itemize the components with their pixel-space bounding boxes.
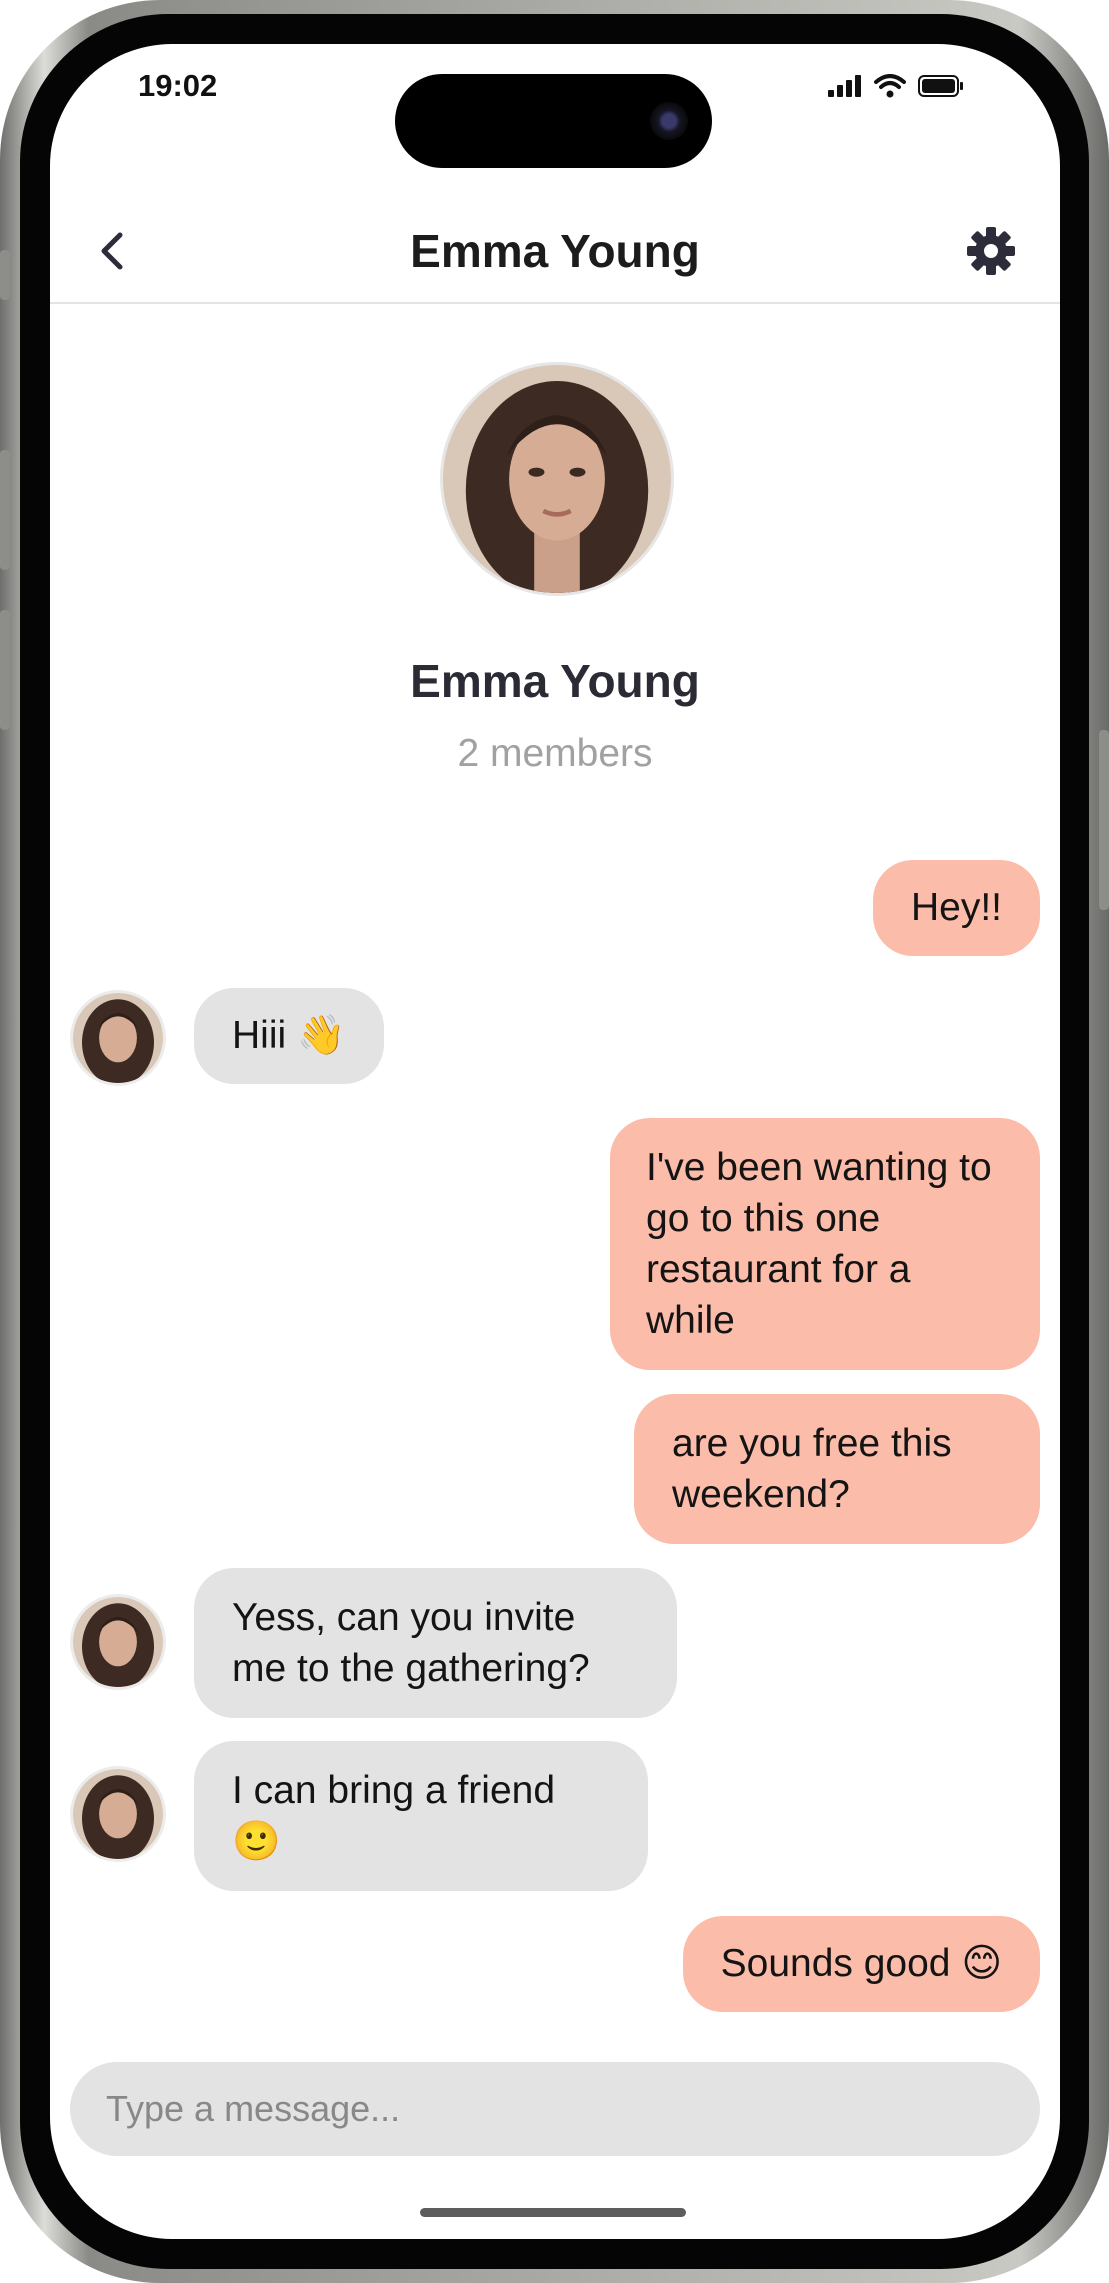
- profile-name: Emma Young: [410, 655, 700, 707]
- message-bubble-outgoing[interactable]: are you free this weekend?: [634, 1394, 1040, 1544]
- wifi-icon: [874, 74, 906, 98]
- sender-avatar[interactable]: [70, 1766, 166, 1862]
- side-button-power: [1099, 730, 1109, 910]
- message-bubble-incoming[interactable]: I can bring a friend 🙂: [194, 1741, 648, 1891]
- message-bubble-outgoing[interactable]: Sounds good 😊: [682, 1916, 1040, 2012]
- avatar-photo: [73, 1769, 163, 1859]
- sender-avatar[interactable]: [70, 1594, 166, 1690]
- message-bubble-outgoing[interactable]: Hey!!: [872, 860, 1040, 956]
- message-bubble-incoming[interactable]: Hiii 👋: [194, 988, 384, 1084]
- signal-icon: [828, 75, 861, 97]
- status-icons: [828, 74, 964, 98]
- avatar-photo: [73, 1597, 163, 1687]
- phone-screen: 19:02 Emma Young Emma Young 2 members He…: [50, 44, 1060, 2239]
- home-indicator: [420, 2208, 686, 2217]
- sender-avatar[interactable]: [70, 990, 166, 1086]
- side-button-volume-up: [0, 450, 10, 570]
- status-time: 19:02: [138, 68, 218, 103]
- battery-icon: [918, 75, 963, 97]
- avatar-photo: [73, 993, 163, 1083]
- message-input[interactable]: [70, 2062, 1040, 2156]
- message-bubble-outgoing[interactable]: I've been wanting to go to this one rest…: [610, 1118, 1040, 1370]
- chat-header: Emma Young: [50, 200, 1060, 304]
- profile-avatar[interactable]: [440, 362, 674, 596]
- header-title: Emma Young: [410, 225, 700, 277]
- dynamic-island: [395, 74, 712, 168]
- side-button-volume-down: [0, 610, 10, 730]
- message-bubble-incoming[interactable]: Yess, can you invite me to the gathering…: [194, 1568, 677, 1718]
- camera-icon: [650, 102, 688, 140]
- avatar-photo: [443, 365, 671, 593]
- side-button-action: [0, 250, 10, 300]
- gear-icon[interactable]: [964, 224, 1018, 278]
- profile-member-count: 2 members: [457, 732, 653, 775]
